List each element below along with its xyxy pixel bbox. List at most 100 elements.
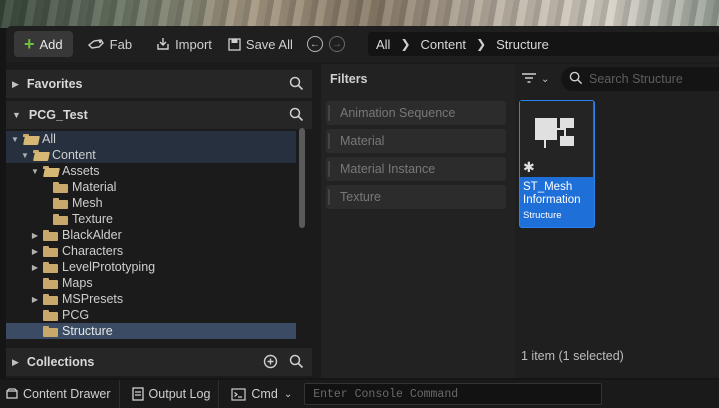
- asset-type: Structure: [523, 210, 562, 221]
- tree-label: Characters: [62, 244, 124, 258]
- drawer-icon: [6, 388, 18, 400]
- tree-label: Mesh: [72, 196, 103, 210]
- search-icon[interactable]: [289, 354, 304, 372]
- asset-thumbnail: ✱: [520, 101, 593, 177]
- tree-label: Structure: [62, 324, 113, 338]
- tree-item-blackalder[interactable]: ▶ BlackAlder: [6, 227, 296, 243]
- cmd-dropdown[interactable]: Cmd ⌄: [219, 387, 300, 401]
- chevron-down-icon[interactable]: ▼: [20, 151, 30, 160]
- back-arrow-icon[interactable]: ←: [306, 36, 323, 52]
- breadcrumb-all[interactable]: All: [376, 37, 390, 52]
- filter-animation-sequence[interactable]: Animation Sequence: [326, 101, 506, 125]
- chevron-down-icon[interactable]: ▼: [30, 167, 40, 176]
- cmd-label: Cmd: [251, 387, 278, 401]
- tree-item-assets[interactable]: ▼ Assets: [6, 163, 296, 179]
- tree-label: LevelPrototyping: [62, 260, 156, 274]
- asset-view: ⌄ ✱ ST_Mesh Info: [515, 64, 719, 378]
- tree-item-levelprototyping[interactable]: ▶ LevelPrototyping: [6, 259, 296, 275]
- filters-title: Filters: [330, 72, 368, 86]
- folder-icon: [43, 261, 58, 273]
- tree-label: All: [42, 132, 56, 146]
- project-label: PCG_Test: [28, 108, 88, 122]
- asset-tile[interactable]: ✱ ST_Mesh Information Structure: [519, 100, 595, 228]
- tree-item-mspresets[interactable]: ▶ MSPresets: [6, 291, 296, 307]
- log-icon: [131, 387, 144, 401]
- breadcrumb-content[interactable]: Content: [421, 37, 467, 52]
- tree-label: PCG: [62, 308, 90, 322]
- folder-tree: ▼ All ▼ Content ▼ Assets Material Mesh T…: [6, 126, 304, 342]
- import-label: Import: [175, 36, 212, 52]
- chevron-right-icon[interactable]: ▶: [30, 247, 40, 256]
- folder-open-icon: [23, 133, 40, 145]
- breadcrumb-structure[interactable]: Structure: [496, 37, 549, 52]
- tree-item-pcg[interactable]: PCG: [6, 307, 296, 323]
- viewport-background: [0, 0, 719, 28]
- collections-header[interactable]: ▶ Collections: [6, 348, 312, 376]
- breadcrumb: All ❯ Content ❯ Structure: [368, 32, 719, 56]
- favorites-header[interactable]: ▶ Favorites: [6, 70, 312, 98]
- asterisk-icon: ✱: [523, 159, 535, 175]
- folder-icon: [43, 229, 58, 241]
- chevron-down-icon[interactable]: ▼: [10, 135, 20, 144]
- fab-icon: [87, 38, 105, 50]
- add-button[interactable]: + Add: [14, 31, 73, 57]
- search-bar: [561, 67, 719, 91]
- tree-label: Maps: [62, 276, 93, 290]
- folder-open-icon: [43, 165, 60, 177]
- tree-label: BlackAlder: [62, 228, 122, 242]
- console-input[interactable]: [304, 383, 603, 405]
- search-icon[interactable]: [289, 76, 304, 94]
- chevron-right-icon: ▶: [12, 356, 19, 367]
- tree-item-all[interactable]: ▼ All: [6, 131, 296, 147]
- tree-item-material[interactable]: Material: [6, 179, 296, 195]
- filter-material-instance[interactable]: Material Instance: [326, 157, 506, 181]
- plus-icon: +: [24, 34, 35, 54]
- folder-icon: [43, 325, 58, 337]
- folder-icon: [53, 197, 68, 209]
- filter-material[interactable]: Material: [326, 129, 506, 153]
- tree-label: Content: [52, 148, 96, 162]
- tree-item-content[interactable]: ▼ Content: [6, 147, 296, 163]
- chevron-right-icon[interactable]: ▶: [30, 263, 40, 272]
- tree-item-structure[interactable]: Structure: [6, 323, 296, 339]
- filter-dropdown[interactable]: ⌄: [521, 72, 549, 87]
- asset-name: ST_Mesh Information: [523, 181, 581, 206]
- tree-item-maps[interactable]: Maps: [6, 275, 296, 291]
- import-button[interactable]: Import: [148, 31, 220, 57]
- import-icon: [156, 37, 170, 51]
- project-header[interactable]: ▼ PCG_Test: [6, 101, 312, 129]
- output-log-button[interactable]: Output Log: [120, 380, 220, 408]
- content-drawer-button[interactable]: Content Drawer: [0, 380, 120, 408]
- tree-item-characters[interactable]: ▶ Characters: [6, 243, 296, 259]
- item-count: 1 item (1 selected): [521, 349, 624, 363]
- folder-open-icon: [33, 149, 50, 161]
- filter-texture[interactable]: Texture: [326, 185, 506, 209]
- search-input[interactable]: [589, 72, 719, 86]
- folder-icon: [43, 245, 58, 257]
- save-all-button[interactable]: Save All: [220, 31, 301, 57]
- forward-arrow-icon[interactable]: →: [328, 36, 345, 52]
- chevron-right-icon[interactable]: ▶: [30, 231, 40, 240]
- fab-button[interactable]: Fab: [79, 31, 140, 57]
- add-circle-icon[interactable]: [263, 354, 278, 372]
- chevron-down-icon: ⌄: [541, 74, 550, 85]
- tree-scrollbar[interactable]: [299, 128, 305, 228]
- chevron-right-icon[interactable]: ▶: [30, 295, 40, 304]
- chevron-right-icon[interactable]: ❯: [476, 37, 486, 51]
- folder-icon: [53, 181, 68, 193]
- folder-icon: [53, 213, 68, 225]
- tree-label: Assets: [62, 164, 100, 178]
- chevron-down-icon: ⌄: [283, 388, 293, 400]
- tree-label: Texture: [72, 212, 113, 226]
- search-icon[interactable]: [289, 107, 304, 125]
- tree-item-mesh[interactable]: Mesh: [6, 195, 296, 211]
- search-icon: [569, 71, 583, 88]
- filter-lines-icon: [521, 72, 537, 87]
- folder-icon: [43, 293, 58, 305]
- terminal-icon: [231, 387, 247, 401]
- favorites-label: Favorites: [26, 77, 83, 91]
- output-log-label: Output Log: [148, 387, 211, 401]
- tree-item-texture[interactable]: Texture: [6, 211, 296, 227]
- chevron-right-icon[interactable]: ❯: [400, 37, 410, 51]
- chevron-right-icon: ▶: [12, 78, 19, 89]
